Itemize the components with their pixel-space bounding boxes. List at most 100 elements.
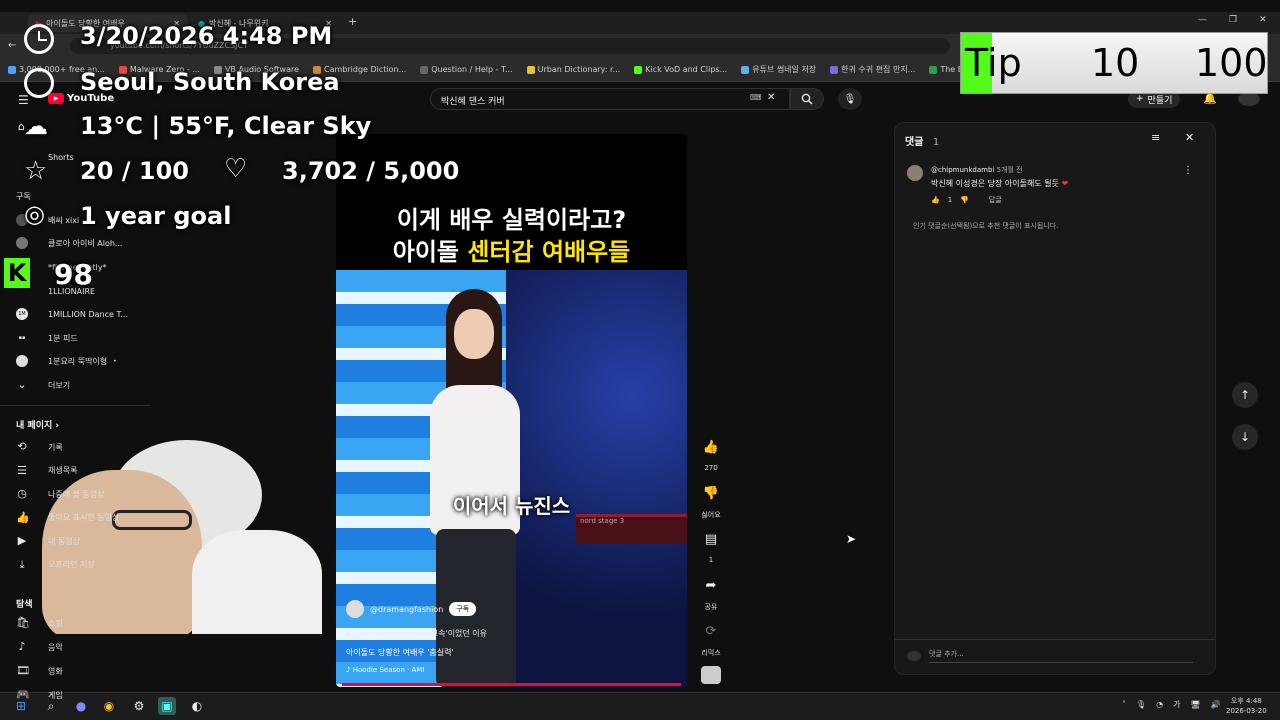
sidebar-item-movie[interactable]: 🎞 영화 bbox=[16, 662, 63, 680]
share-button[interactable]: ➦ bbox=[700, 574, 722, 596]
sidebar-item-music[interactable]: ♪ 음악 bbox=[16, 638, 62, 656]
progress-track[interactable] bbox=[342, 683, 681, 686]
obs-icon[interactable]: ◐ bbox=[188, 697, 206, 715]
add-comment-input[interactable]: 댓글 추가... bbox=[929, 649, 1193, 663]
sidebar-item-my-videos[interactable]: ▶ 내 동영상 bbox=[16, 532, 80, 550]
comment-text: 박신혜 이성경은 당장 아이돌해도 될듯 ❤ bbox=[931, 179, 1069, 188]
history-icon: ⟲ bbox=[17, 440, 27, 453]
search-button[interactable] bbox=[790, 88, 824, 110]
back-icon[interactable]: ← bbox=[8, 40, 16, 51]
comment-actions: 👍 1 👎 답글 bbox=[931, 195, 1002, 205]
search-input[interactable]: 박신혜 댄스 커버 bbox=[430, 88, 790, 110]
sidebar-show-more[interactable]: ⌄ 더보기 bbox=[16, 376, 70, 394]
channel-avatar bbox=[16, 355, 28, 367]
restore-icon[interactable]: ❐ bbox=[1229, 15, 1237, 25]
minimize-icon[interactable]: — bbox=[1198, 15, 1207, 25]
app-icon[interactable]: ▣ bbox=[158, 697, 176, 715]
my-videos-icon: ▶ bbox=[17, 534, 27, 547]
globe-icon bbox=[24, 68, 54, 98]
plus-icon: + bbox=[1136, 94, 1144, 104]
short-title-line1: 이게 배우 실력이라고? bbox=[396, 206, 627, 234]
search-icon bbox=[801, 93, 813, 105]
reply-button[interactable]: 답글 bbox=[989, 195, 1002, 205]
related-video[interactable]: ▶ 신작 학교 아이브가 '초고속'이었던 이유 bbox=[346, 628, 487, 639]
dislike-label: 싫어요 bbox=[701, 511, 721, 519]
channel-row: @dramangfashion 구독 bbox=[346, 600, 477, 618]
sidebar-item-sub[interactable]: 클로아 아이비 Aloh... bbox=[16, 234, 123, 252]
clear-search-icon[interactable]: ✕ bbox=[767, 92, 775, 103]
target-icon: ◎ bbox=[24, 200, 45, 228]
overlay-hearts: 3,702 / 5,000 bbox=[282, 157, 460, 185]
sidebar-item-watch-later[interactable]: ◷ 나중에 볼 동영상 bbox=[16, 485, 104, 503]
comment-meta: @chipmunkdambi 5개월 전 bbox=[931, 166, 1023, 174]
like-button[interactable]: 👍 bbox=[700, 436, 722, 458]
subscribe-button[interactable]: 구독 bbox=[449, 602, 477, 616]
overlay-datetime: 3/20/2026 4:48 PM bbox=[80, 22, 333, 50]
sidebar-item-shopping[interactable]: 🛍 쇼핑 bbox=[16, 614, 63, 632]
channel-name[interactable]: @dramangfashion bbox=[370, 605, 443, 614]
window-close-icon[interactable]: ✕ bbox=[1259, 15, 1267, 25]
volume-icon[interactable]: 🔊 bbox=[1211, 700, 1221, 709]
keyboard-icon[interactable]: ⌨ bbox=[750, 93, 762, 102]
create-label: 만들기 bbox=[1147, 95, 1173, 106]
self-avatar bbox=[907, 651, 921, 661]
bookmark-item[interactable]: Kick VoD and Clips... bbox=[634, 65, 727, 74]
sidebar-item-game[interactable]: 🎮 게임 bbox=[16, 686, 63, 704]
wifi-icon[interactable]: ◔ bbox=[1156, 700, 1163, 709]
arrow-up-icon: ↑ bbox=[1239, 388, 1251, 402]
bookmark-item[interactable]: 유튜브 썸네일 저장 bbox=[741, 64, 816, 75]
bookmark-item[interactable]: Question / Help - T... bbox=[420, 65, 513, 74]
comments-button[interactable]: ▤ bbox=[700, 528, 722, 550]
bookmark-item[interactable]: Urban Dictionary: r... bbox=[526, 65, 620, 74]
sidebar-item-like[interactable]: 👍 좋아요 표시한 동영상 bbox=[16, 509, 119, 527]
sidebar-item-sub[interactable]: 1M 1MILLION Dance T... bbox=[16, 305, 128, 323]
cloud-icon: ☁ bbox=[24, 112, 48, 140]
settings-icon[interactable]: ⚙ bbox=[130, 697, 148, 715]
shorts-video[interactable]: nord stage 3 이게 배우 실력이라고? 아이돌 센터감 여배우들 이… bbox=[336, 134, 687, 687]
music-label[interactable]: ♪ Hoodie Season · AMI bbox=[346, 666, 424, 674]
sidebar-item-download[interactable]: ⤓ 오프라인 저장 bbox=[16, 556, 95, 574]
remix-button[interactable]: ⟳ bbox=[700, 620, 722, 642]
comment-dislike-icon[interactable]: 👎 bbox=[960, 196, 969, 204]
chrome-icon[interactable]: ◉ bbox=[100, 697, 118, 715]
sort-icon[interactable]: ≡ bbox=[1151, 131, 1160, 144]
channel-avatar[interactable] bbox=[346, 600, 364, 618]
next-short-button[interactable]: ↓ bbox=[1232, 424, 1258, 450]
ime-indicator[interactable]: 가 bbox=[1173, 699, 1180, 710]
explore-header: 탐색 bbox=[16, 600, 33, 610]
dislike-button[interactable]: 👎 bbox=[700, 482, 722, 504]
discord-icon[interactable]: ● bbox=[72, 697, 90, 715]
overlay-goal: 1 year goal bbox=[80, 202, 232, 230]
avatar[interactable] bbox=[1238, 92, 1260, 106]
clock[interactable]: 오후 4:48 2026-03-20 bbox=[1226, 696, 1267, 716]
video-subtitle: 이어서 뉴진스 bbox=[452, 494, 571, 518]
microphone-icon[interactable]: 🎙 bbox=[1136, 700, 1146, 709]
sidebar-item-sub[interactable]: 1분요리 뚝딱이형 • bbox=[16, 352, 117, 370]
bookmark-item[interactable]: 한귀 수귀 편집 만지... bbox=[830, 64, 915, 75]
close-icon[interactable]: ✕ bbox=[1185, 131, 1194, 144]
voice-search-icon[interactable]: 🎙 bbox=[838, 88, 862, 110]
chevron-up-icon[interactable]: ˄ bbox=[1122, 700, 1126, 709]
download-icon: ⤓ bbox=[19, 557, 25, 571]
commenter-avatar[interactable] bbox=[907, 165, 923, 181]
sound-thumbnail[interactable] bbox=[701, 666, 721, 684]
sidebar-item-sub[interactable]: ▪▪ 1분 피드 bbox=[16, 329, 78, 347]
mouse-cursor-icon: ➤ bbox=[846, 532, 857, 546]
heart-icon: ♡ bbox=[224, 154, 248, 184]
sidebar-item-history[interactable]: ⟲ 기록 bbox=[16, 438, 62, 456]
sidebar-item-playlist[interactable]: ☰ 재생목록 bbox=[16, 462, 77, 480]
comment-author[interactable]: @chipmunkdambi bbox=[931, 166, 994, 174]
watch-later-icon: ◷ bbox=[17, 487, 27, 500]
comments-title: 댓글 1 bbox=[905, 137, 940, 148]
window-controls: — ❐ ✕ bbox=[1198, 15, 1267, 25]
new-tab-icon[interactable]: + bbox=[348, 15, 357, 28]
comment-like-icon[interactable]: 👍 bbox=[931, 196, 940, 204]
share-label: 공유 bbox=[704, 603, 718, 611]
more-options-icon[interactable]: ⋮ bbox=[1183, 165, 1193, 176]
sidebar-item-shorts[interactable]: Shorts bbox=[48, 153, 74, 162]
previous-short-button[interactable]: ↑ bbox=[1232, 382, 1258, 408]
chevron-down-icon: ⌄ bbox=[17, 378, 27, 391]
divider bbox=[0, 405, 150, 406]
tip-label: Tip bbox=[965, 41, 1022, 85]
network-icon[interactable]: 🖥 bbox=[1191, 700, 1201, 709]
